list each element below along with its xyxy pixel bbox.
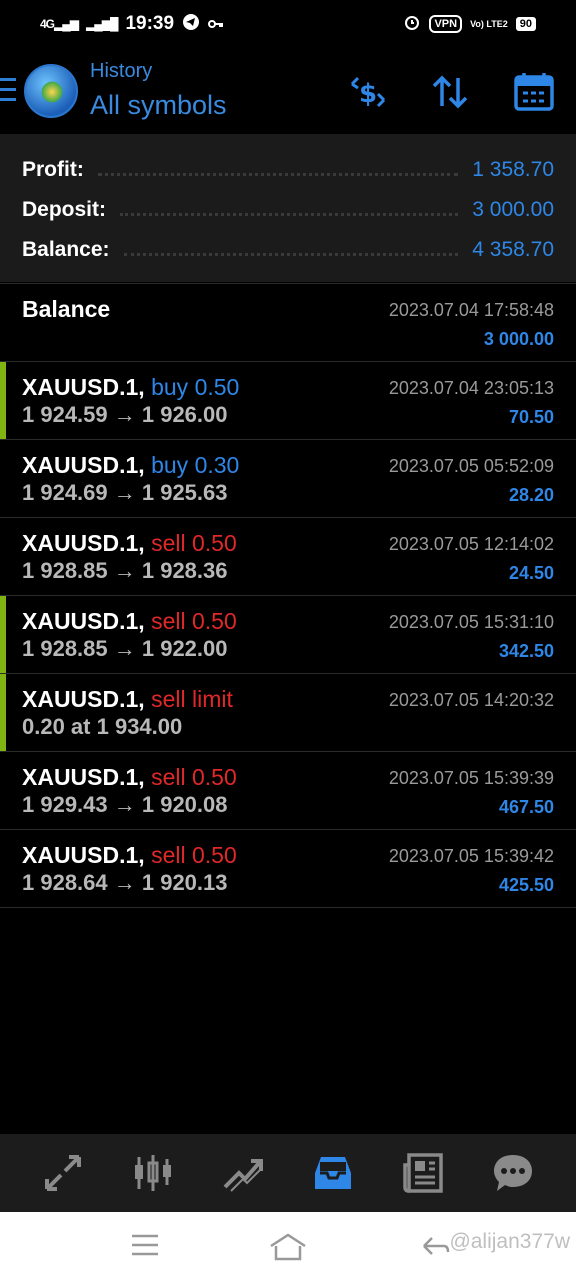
entry-time: 2023.07.04 17:58:48	[388, 300, 554, 320]
trade-prices: 1 928.85 → 1 928.36	[22, 558, 228, 583]
status-bar: 4G▂▄▆ ▂▄▆█ 19:39 VPN Vo) LTE2 90	[0, 0, 576, 48]
header-subtitle: History	[90, 60, 153, 82]
deposit-row: Deposit: 3 000.00	[22, 190, 554, 230]
history-list: Balance 2023.07.04 17:58:48 3 000.00 XAU…	[0, 283, 576, 908]
telegram-icon	[182, 13, 200, 36]
trade-prices: 1 924.59 → 1 926.00	[22, 402, 228, 427]
volte-badge: Vo) LTE2	[470, 19, 508, 29]
trade-title: XAUUSD.1, sell limit	[22, 686, 233, 712]
entry-amount: 3 000.00	[483, 329, 554, 349]
trade-profit: 24.50	[508, 563, 554, 583]
signal-icon-2: ▂▄▆█	[85, 17, 118, 31]
trade-time: 2023.07.04 23:05:13	[388, 378, 554, 398]
chat-icon[interactable]	[491, 1151, 535, 1195]
trade-title: XAUUSD.1, sell 0.50	[22, 764, 237, 790]
dotted-leader	[97, 172, 459, 176]
sort-icon[interactable]	[428, 70, 472, 114]
balance-label: Balance:	[22, 238, 110, 261]
order-details: 0.20 at 1 934.00	[22, 714, 183, 739]
trade-profit: 467.50	[498, 797, 554, 817]
trade-row[interactable]: XAUUSD.1, sell 0.50 1 929.43 → 1 920.08 …	[0, 752, 576, 830]
trade-title: XAUUSD.1, buy 0.50	[22, 374, 240, 400]
clock: 19:39	[125, 13, 175, 34]
trade-prices: 1 929.43 → 1 920.08	[22, 792, 228, 817]
bottom-navigation	[0, 1134, 576, 1212]
alarm-icon	[403, 13, 421, 36]
svg-text:$: $	[359, 79, 377, 109]
status-marker	[0, 362, 6, 439]
trade-title: XAUUSD.1, buy 0.30	[22, 452, 240, 478]
balance-entry-row[interactable]: Balance 2023.07.04 17:58:48 3 000.00	[0, 283, 576, 362]
app-logo[interactable]	[24, 64, 78, 118]
balance-value: 4 358.70	[472, 238, 554, 261]
account-summary: Profit: 1 358.70 Deposit: 3 000.00 Balan…	[0, 134, 576, 282]
back-button[interactable]	[420, 1234, 450, 1265]
chart-icon[interactable]	[131, 1151, 175, 1195]
status-marker	[0, 674, 6, 751]
trade-prices: 1 928.85 → 1 922.00	[22, 636, 228, 661]
balance-row: Balance: 4 358.70	[22, 230, 554, 270]
dotted-leader	[123, 252, 459, 256]
balance-entry-title: Balance	[22, 296, 111, 322]
trade-row[interactable]: XAUUSD.1, sell 0.50 1 928.85 → 1 922.00 …	[0, 596, 576, 674]
trade-time: 2023.07.05 15:39:42	[388, 846, 554, 866]
deposit-label: Deposit:	[22, 198, 106, 221]
trade-time: 2023.07.05 15:31:10	[388, 612, 554, 632]
trade-time: 2023.07.05 14:20:32	[388, 690, 554, 710]
trade-title: XAUUSD.1, sell 0.50	[22, 530, 237, 556]
app-header: History All symbols $	[0, 50, 576, 134]
status-marker	[0, 596, 6, 673]
header-title[interactable]: All symbols	[90, 90, 227, 121]
dotted-leader	[120, 212, 459, 216]
trade-title: XAUUSD.1, sell 0.50	[22, 842, 237, 868]
trade-time: 2023.07.05 15:39:39	[388, 768, 554, 788]
trade-row[interactable]: XAUUSD.1, sell 0.50 1 928.85 → 1 928.36 …	[0, 518, 576, 596]
profit-label: Profit:	[22, 158, 84, 181]
deposit-value: 3 000.00	[472, 198, 554, 221]
dollar-swap-icon[interactable]: $	[346, 70, 390, 114]
trade-row[interactable]: XAUUSD.1, buy 0.30 1 924.69 → 1 925.63 2…	[0, 440, 576, 518]
trade-profit: 342.50	[498, 641, 554, 661]
trade-icon[interactable]	[221, 1151, 265, 1195]
trade-profit: 28.20	[508, 485, 554, 505]
trade-time: 2023.07.05 12:14:02	[388, 534, 554, 554]
vpn-badge: VPN	[429, 15, 463, 33]
trade-profit: 70.50	[508, 407, 554, 427]
trade-prices: 1 928.64 → 1 920.13	[22, 870, 228, 895]
battery-icon: 90	[515, 17, 536, 31]
news-icon[interactable]	[401, 1151, 445, 1195]
menu-icon[interactable]	[0, 78, 16, 108]
home-button[interactable]	[268, 1232, 308, 1267]
trade-row[interactable]: XAUUSD.1, sell 0.50 1 928.64 → 1 920.13 …	[0, 830, 576, 908]
signal-icon: 4G▂▄▆	[40, 17, 79, 31]
profit-row: Profit: 1 358.70	[22, 150, 554, 190]
key-icon	[208, 14, 224, 35]
quotes-icon[interactable]	[41, 1151, 85, 1195]
trade-time: 2023.07.05 05:52:09	[388, 456, 554, 476]
trade-prices: 1 924.69 → 1 925.63	[22, 480, 228, 505]
recent-apps-button[interactable]	[130, 1232, 160, 1263]
watermark-text: @alijan377w	[449, 1230, 570, 1253]
system-navigation: @alijan377w	[0, 1212, 576, 1280]
profit-value: 1 358.70	[472, 158, 554, 181]
order-row[interactable]: XAUUSD.1, sell limit 0.20 at 1 934.00 20…	[0, 674, 576, 752]
trade-title: XAUUSD.1, sell 0.50	[22, 608, 237, 634]
history-icon[interactable]	[311, 1151, 355, 1195]
trade-profit: 425.50	[498, 875, 554, 895]
trade-row[interactable]: XAUUSD.1, buy 0.50 1 924.59 → 1 926.00 2…	[0, 362, 576, 440]
calendar-icon[interactable]	[512, 70, 556, 114]
